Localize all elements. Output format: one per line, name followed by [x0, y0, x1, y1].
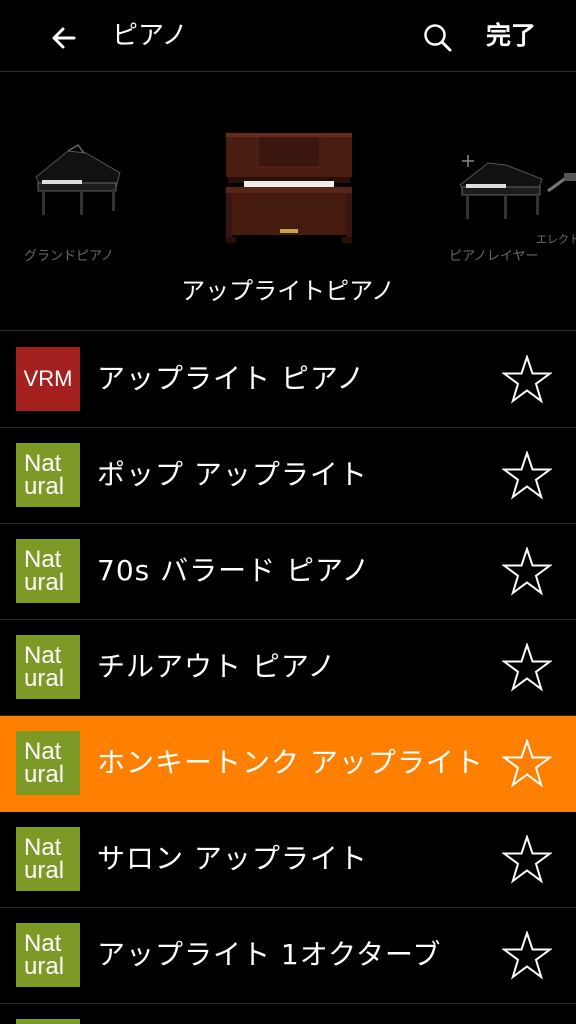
carousel-label-electric: エレクトリ	[536, 233, 576, 246]
voice-label: ポップ アップライト	[97, 458, 368, 491]
favorite-star-icon[interactable]	[502, 355, 552, 405]
favorite-star-icon[interactable]	[502, 547, 552, 597]
natural-badge: Nat ural	[16, 827, 80, 891]
favorite-star-icon[interactable]	[502, 739, 552, 789]
natural-badge-top: Nat	[24, 738, 62, 765]
natural-badge: Nat ural	[16, 539, 80, 603]
voice-label: アップライト ピアノ	[97, 362, 366, 395]
grand-piano-image[interactable]	[28, 143, 124, 223]
voice-label: ホンキートンク アップライト	[97, 746, 484, 779]
vrm-badge: VRM	[16, 347, 80, 411]
natural-badge-top: Nat	[24, 450, 62, 477]
carousel-label-upright: アップライトピアノ	[181, 277, 395, 305]
favorite-star-icon[interactable]	[502, 643, 552, 693]
page-title: ピアノ	[112, 21, 188, 51]
carousel-label-grand: グランドピアノ	[24, 249, 114, 264]
natural-badge-bottom: ural	[24, 953, 65, 980]
done-button[interactable]: 完了	[486, 18, 536, 54]
carousel-label-layer: ピアノレイヤー	[449, 249, 539, 264]
natural-badge: Nat ural	[16, 731, 80, 795]
voice-row-partial[interactable]	[0, 1004, 576, 1024]
piano-layer-image[interactable]	[452, 147, 576, 227]
voice-row[interactable]: Nat ural チルアウト ピアノ	[0, 620, 576, 716]
search-icon[interactable]	[418, 18, 458, 58]
vrm-badge-text: VRM	[23, 366, 73, 391]
natural-badge-top: Nat	[24, 834, 62, 861]
voice-label: 70s バラード ピアノ	[97, 554, 371, 587]
natural-badge	[16, 1019, 80, 1024]
favorite-star-icon[interactable]	[502, 931, 552, 981]
favorite-star-icon[interactable]	[502, 835, 552, 885]
voice-row[interactable]: VRM アップライト ピアノ	[0, 332, 576, 428]
natural-badge-bottom: ural	[24, 569, 65, 596]
voice-list: VRM アップライト ピアノ Nat ural ポップ アップライト Nat ural 70s…	[0, 332, 576, 1024]
natural-badge-bottom: ural	[24, 857, 65, 884]
natural-badge-top: Nat	[24, 642, 62, 669]
voice-label: チルアウト ピアノ	[97, 650, 337, 683]
natural-badge: Nat ural	[16, 635, 80, 699]
favorite-star-icon[interactable]	[502, 451, 552, 501]
voice-label: アップライト 1オクターブ	[97, 938, 442, 971]
voice-row[interactable]: Nat ural サロン アップライト	[0, 812, 576, 908]
voice-row[interactable]: Nat ural ポップ アップライト	[0, 428, 576, 524]
natural-badge: Nat ural	[16, 923, 80, 987]
voice-row[interactable]: Nat ural 70s バラード ピアノ	[0, 524, 576, 620]
instrument-carousel[interactable]: グランドピアノ アップライトピアノ ピアノレイヤー エレクトリ	[0, 73, 576, 331]
natural-badge-top: Nat	[24, 930, 62, 957]
natural-badge-bottom: ural	[24, 761, 65, 788]
natural-badge-bottom: ural	[24, 665, 65, 692]
natural-badge-top: Nat	[24, 546, 62, 573]
back-arrow-icon[interactable]	[44, 18, 84, 58]
upright-piano-image[interactable]	[222, 131, 356, 247]
header: ピアノ 完了	[0, 0, 576, 72]
natural-badge-bottom: ural	[24, 473, 65, 500]
natural-badge: Nat ural	[16, 443, 80, 507]
voice-row[interactable]: Nat ural ホンキートンク アップライト	[0, 716, 576, 812]
voice-label: サロン アップライト	[97, 842, 368, 875]
voice-row[interactable]: Nat ural アップライト 1オクターブ	[0, 908, 576, 1004]
